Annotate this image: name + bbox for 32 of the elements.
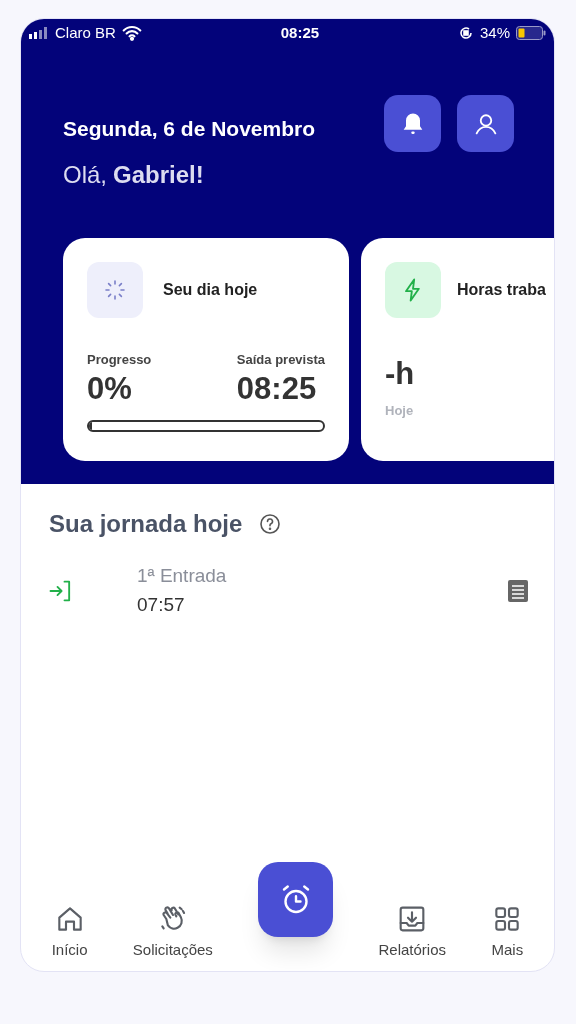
date-heading: Segunda, 6 de Novembro xyxy=(63,116,316,142)
greeting-text: Olá, xyxy=(63,159,107,190)
nav-tab[interactable]: Relatórios xyxy=(378,902,447,961)
signal-icon xyxy=(29,27,49,39)
battery-icon xyxy=(516,26,546,40)
clock-in-button[interactable] xyxy=(258,862,334,937)
card-title: Horas traba xyxy=(457,279,546,300)
list-icon[interactable] xyxy=(508,579,528,602)
help-icon[interactable] xyxy=(258,512,283,536)
status-time: 08:25 xyxy=(280,22,320,43)
hours-caption: Hoje xyxy=(385,401,415,420)
stat-value: 0% xyxy=(87,373,133,404)
hours-value: -h xyxy=(385,357,416,389)
battery-percent: 34% xyxy=(479,22,510,43)
carrier-name: Claro BR xyxy=(55,22,116,43)
profile-button[interactable] xyxy=(457,95,514,152)
entry-label: 1ª Entrada xyxy=(137,564,228,588)
nav-tab[interactable]: Início xyxy=(51,902,88,961)
card-title: Seu dia hoje xyxy=(163,279,258,300)
loading-icon xyxy=(87,261,143,318)
stat-label: Progresso xyxy=(87,350,152,369)
nav-tab[interactable]: Solicitações xyxy=(132,902,213,961)
stat-value: 08:25 xyxy=(236,373,318,404)
rotation-lock-icon xyxy=(457,25,474,41)
stat-label: Saída prevista xyxy=(236,350,325,369)
entry-time: 07:57 xyxy=(137,592,186,617)
lightning-icon xyxy=(385,261,441,318)
notifications-button[interactable] xyxy=(384,95,441,152)
section-title: Sua jornada hoje xyxy=(49,509,243,539)
wifi-icon xyxy=(121,25,142,41)
user-name: Gabriel! xyxy=(113,159,204,190)
nav-tab[interactable]: Mais xyxy=(491,902,524,961)
